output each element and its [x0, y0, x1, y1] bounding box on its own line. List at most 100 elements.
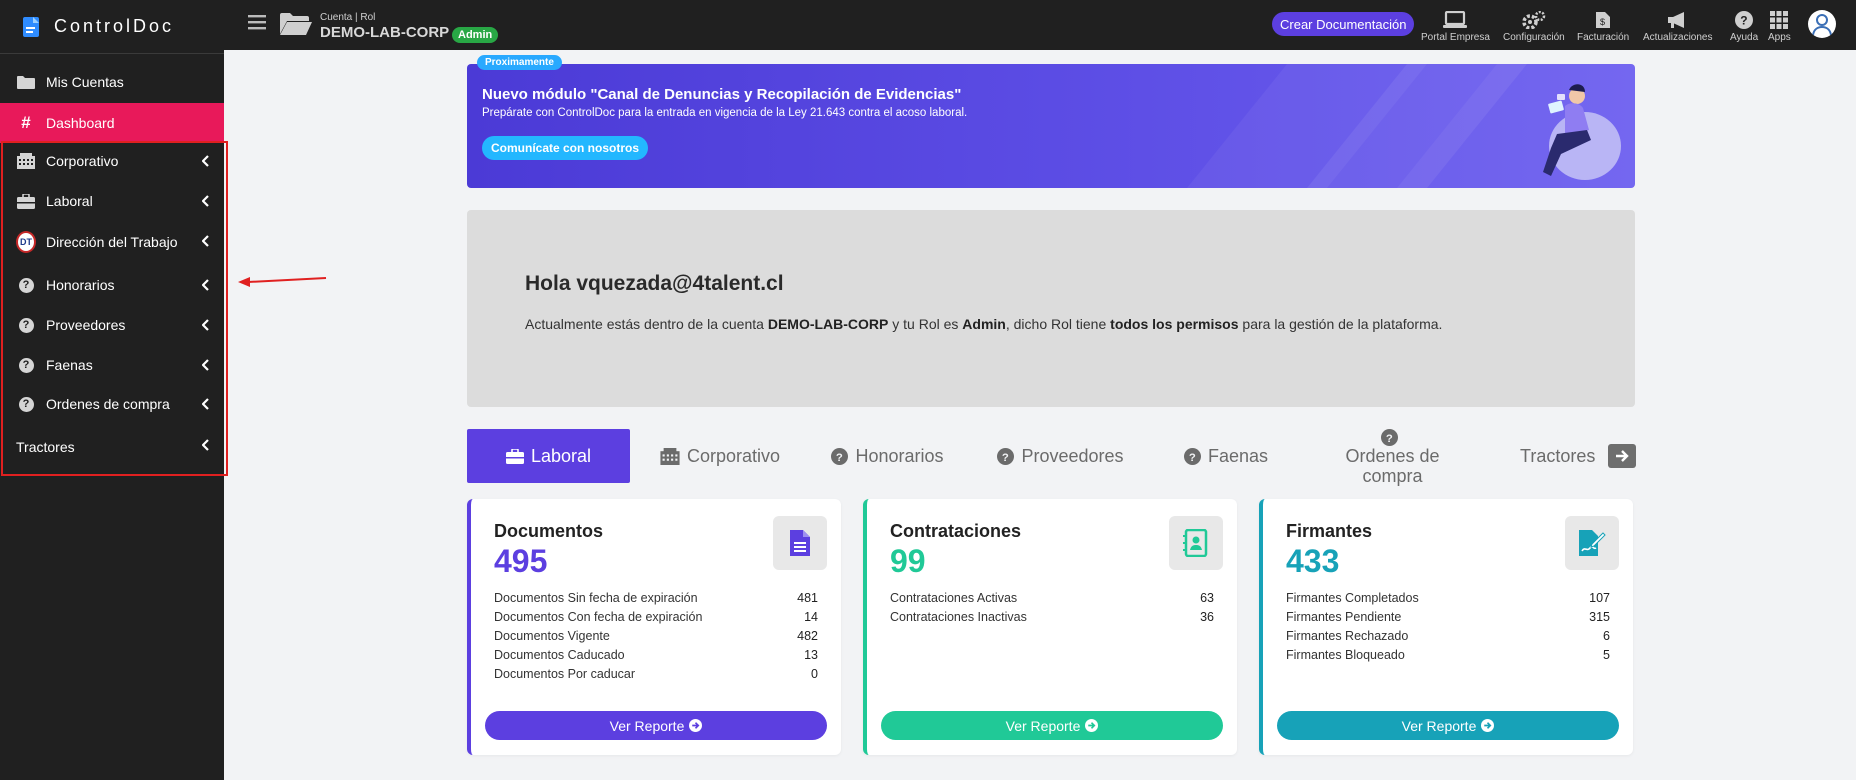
briefcase-icon	[16, 191, 36, 211]
proximamente-badge: Proximamente	[477, 55, 562, 70]
briefcase-icon	[505, 448, 524, 464]
question-circle-icon: ?	[16, 394, 36, 414]
tab-tractores[interactable]: Tractores	[1520, 429, 1620, 483]
actualizaciones-button[interactable]: Actualizaciones	[1643, 11, 1712, 43]
tab-corporativo[interactable]: Corporativo	[650, 429, 790, 483]
contacts-book-icon	[1169, 516, 1223, 570]
sidebar: ControlDoc Mis Cuentas # Dashboard Corpo…	[0, 0, 224, 780]
portal-empresa-button[interactable]: Portal Empresa	[1421, 11, 1490, 43]
help-icon: ?	[1735, 11, 1754, 29]
sidebar-item-label: Tractores	[16, 439, 75, 455]
svg-text:?: ?	[1385, 432, 1392, 444]
chevron-left-icon	[201, 438, 210, 454]
sidebar-item-corporativo[interactable]: Corporativo	[0, 141, 224, 181]
arrow-circle-right-icon	[1085, 719, 1099, 732]
sidebar-item-direccion-del-trabajo[interactable]: DT Dirección del Trabajo	[0, 222, 224, 262]
topbar: Cuenta | Rol DEMO-LAB-CORP Admin Crear D…	[224, 0, 1856, 50]
folder-icon	[16, 72, 36, 92]
facturacion-button[interactable]: $ Facturación	[1577, 11, 1629, 43]
welcome-text: Actualmente estás dentro de la cuenta DE…	[525, 316, 1443, 332]
ver-reporte-documentos-button[interactable]: Ver Reporte	[485, 711, 827, 740]
stat-row: Firmantes Rechazado 6	[1286, 629, 1610, 643]
question-circle-icon: ?	[16, 315, 36, 335]
sidebar-item-tractores[interactable]: Tractores	[0, 427, 224, 467]
document-icon	[773, 516, 827, 570]
topbar-item-label: Actualizaciones	[1643, 32, 1713, 43]
chevron-left-icon	[201, 154, 210, 170]
tab-proveedores[interactable]: ? Proveedores	[988, 429, 1133, 483]
tab-ordenes-de-compra[interactable]: ? Ordenes de compra	[1325, 428, 1460, 486]
topbar-item-label: Apps	[1768, 32, 1791, 43]
sidebar-item-faenas[interactable]: ? Faenas	[0, 345, 224, 385]
configuracion-button[interactable]: Configuración	[1503, 11, 1565, 43]
tab-laboral[interactable]: Laboral	[467, 429, 630, 483]
welcome-role: Admin	[962, 316, 1006, 332]
tab-faenas[interactable]: ? Faenas	[1176, 429, 1276, 483]
sidebar-item-dashboard[interactable]: # Dashboard	[0, 103, 224, 143]
card-documentos: Documentos 495 Documentos Sin fecha de e…	[467, 499, 841, 755]
welcome-permissions: todos los permisos	[1110, 316, 1239, 332]
chevron-left-icon	[201, 278, 210, 294]
tab-label: Corporativo	[686, 446, 781, 466]
ayuda-button[interactable]: ? Ayuda	[1730, 11, 1758, 43]
brand-name: ControlDoc	[54, 16, 175, 36]
comunicate-button[interactable]: Comunícate con nosotros	[482, 136, 649, 160]
tab-honorarios[interactable]: ? Honorarios	[820, 429, 955, 483]
welcome-panel: Hola vquezada@4talent.cl Actualmente est…	[467, 210, 1635, 407]
tab-label: Tractores	[1520, 446, 1596, 466]
gears-icon	[1522, 11, 1546, 29]
sidebar-item-label: Ordenes de compra	[46, 396, 170, 412]
crear-documentacion-button[interactable]: Crear Documentación	[1272, 12, 1415, 36]
user-avatar[interactable]	[1808, 10, 1836, 38]
hashtag-icon: #	[21, 113, 31, 132]
tab-label: Honorarios	[855, 446, 944, 466]
tab-label: Proveedores	[1021, 446, 1124, 466]
question-circle-icon: ?	[1380, 428, 1398, 446]
chevron-left-icon	[201, 234, 210, 250]
svg-text:?: ?	[836, 451, 843, 463]
stat-row: Documentos Caducado 13	[494, 648, 818, 662]
tab-label: Laboral	[530, 446, 592, 466]
sidebar-item-laboral[interactable]: Laboral	[0, 181, 224, 221]
tabs-scroll-right-button[interactable]	[1608, 444, 1636, 468]
sidebar-item-honorarios[interactable]: ? Honorarios	[0, 265, 224, 305]
stat-row: Documentos Vigente 482	[494, 629, 818, 643]
question-circle-icon: ?	[1183, 447, 1201, 465]
sidebar-item-label: Dashboard	[46, 115, 115, 131]
sidebar-item-label: Proveedores	[46, 317, 126, 333]
signature-icon	[1565, 516, 1619, 570]
card-title: Firmantes	[1286, 521, 1373, 541]
card-total: 433	[1286, 543, 1340, 579]
tab-label: Faenas	[1207, 446, 1269, 466]
card-stats: Documentos Sin fecha de expiración 481 Do…	[494, 591, 818, 686]
dt-logo-icon: DT	[16, 231, 36, 253]
stat-row: Firmantes Bloqueado 5	[1286, 648, 1610, 662]
sidebar-item-ordenes-de-compra[interactable]: ? Ordenes de compra	[0, 384, 224, 424]
card-title: Contrataciones	[890, 521, 1022, 541]
sidebar-item-mis-cuentas[interactable]: Mis Cuentas	[0, 62, 224, 102]
stat-row: Documentos Con fecha de expiración 14	[494, 610, 818, 624]
brand[interactable]: ControlDoc	[0, 0, 224, 54]
chevron-left-icon	[201, 194, 210, 210]
tab-label: Ordenes de compra	[1345, 445, 1440, 486]
svg-text:?: ?	[1189, 451, 1196, 463]
card-title: Documentos	[494, 521, 604, 541]
menu-toggle-icon[interactable]	[248, 14, 266, 35]
arrow-right-icon	[1616, 450, 1629, 462]
stat-row: Contrataciones Inactivas 36	[890, 610, 1214, 624]
stat-row: Documentos Por caducar 0	[494, 667, 818, 681]
chevron-left-icon	[201, 318, 210, 334]
ver-reporte-firmantes-button[interactable]: Ver Reporte	[1277, 711, 1619, 740]
card-total: 495	[494, 543, 548, 579]
apps-button[interactable]: Apps	[1768, 11, 1791, 43]
account-name: DEMO-LAB-CORP	[320, 24, 450, 41]
account-caption: Cuenta | Rol	[320, 12, 376, 23]
stat-row: Contrataciones Activas 63	[890, 591, 1214, 605]
controldoc-logo-icon	[20, 15, 44, 39]
role-badge: Admin	[452, 27, 499, 43]
sidebar-item-proveedores[interactable]: ? Proveedores	[0, 305, 224, 345]
topbar-item-label: Facturación	[1577, 32, 1630, 43]
ver-reporte-contrataciones-button[interactable]: Ver Reporte	[881, 711, 1223, 740]
question-circle-icon: ?	[831, 447, 849, 465]
arrow-circle-right-icon	[689, 719, 703, 732]
